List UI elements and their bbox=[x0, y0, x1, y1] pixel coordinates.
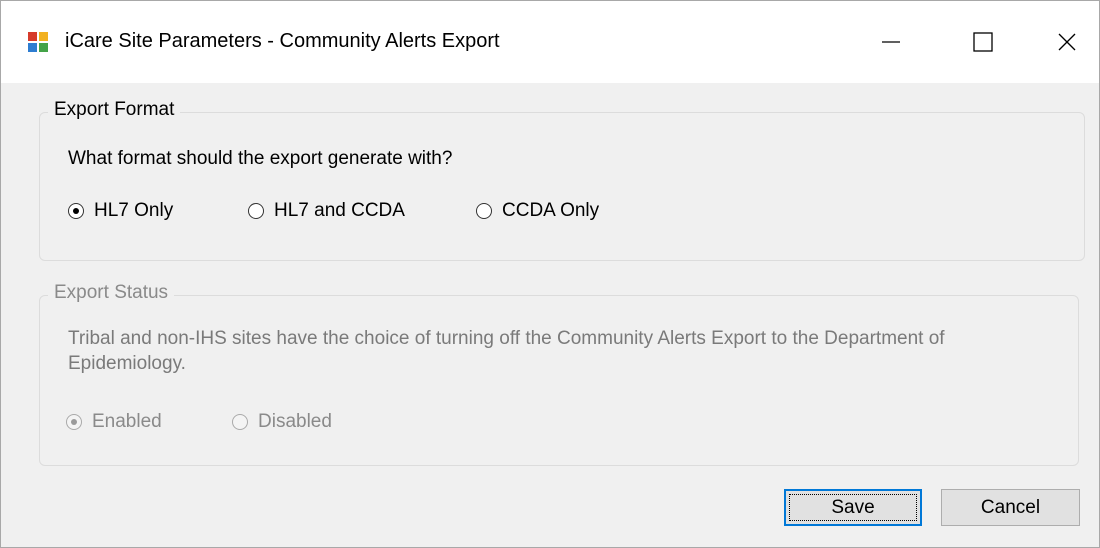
radio-hl7-and-ccda[interactable]: HL7 and CCDA bbox=[248, 200, 405, 222]
radio-button[interactable] bbox=[476, 203, 492, 219]
maximize-button[interactable] bbox=[937, 1, 1029, 83]
export-status-group: Export Status Tribal and non-IHS sites h… bbox=[39, 282, 1079, 466]
radio-button-checked[interactable] bbox=[68, 203, 84, 219]
radio-label: HL7 Only bbox=[94, 200, 174, 221]
title-bar[interactable]: iCare Site Parameters - Community Alerts… bbox=[1, 1, 1099, 83]
app-icon bbox=[28, 32, 48, 52]
radio-label: Disabled bbox=[258, 411, 332, 432]
export-format-group: Export Format What format should the exp… bbox=[39, 99, 1085, 261]
dialog-window: iCare Site Parameters - Community Alerts… bbox=[0, 0, 1100, 548]
maximize-icon bbox=[973, 32, 993, 52]
radio-button bbox=[232, 414, 248, 430]
save-button[interactable]: Save bbox=[784, 489, 922, 526]
cancel-button[interactable]: Cancel bbox=[941, 489, 1080, 526]
minimize-button[interactable] bbox=[845, 1, 937, 83]
radio-button[interactable] bbox=[248, 203, 264, 219]
focus-indicator bbox=[789, 494, 917, 521]
export-format-legend: Export Format bbox=[48, 99, 181, 121]
export-status-description: Tribal and non-IHS sites have the choice… bbox=[68, 328, 945, 374]
radio-button-checked bbox=[66, 414, 82, 430]
radio-disabled: Disabled bbox=[232, 411, 332, 433]
radio-label: Enabled bbox=[92, 411, 162, 432]
window-title: iCare Site Parameters - Community Alerts… bbox=[65, 30, 500, 52]
radio-hl7-only[interactable]: HL7 Only bbox=[68, 200, 173, 222]
close-button[interactable] bbox=[1021, 1, 1100, 83]
radio-label: CCDA Only bbox=[502, 200, 600, 221]
close-icon bbox=[1058, 33, 1076, 51]
export-status-legend: Export Status bbox=[48, 282, 175, 304]
minimize-icon bbox=[882, 41, 900, 43]
radio-ccda-only[interactable]: CCDA Only bbox=[476, 200, 599, 222]
radio-label: HL7 and CCDA bbox=[274, 200, 405, 221]
format-question: What format should the export generate w… bbox=[68, 148, 453, 169]
radio-enabled: Enabled bbox=[66, 411, 162, 433]
cancel-button-label: Cancel bbox=[980, 496, 1041, 518]
